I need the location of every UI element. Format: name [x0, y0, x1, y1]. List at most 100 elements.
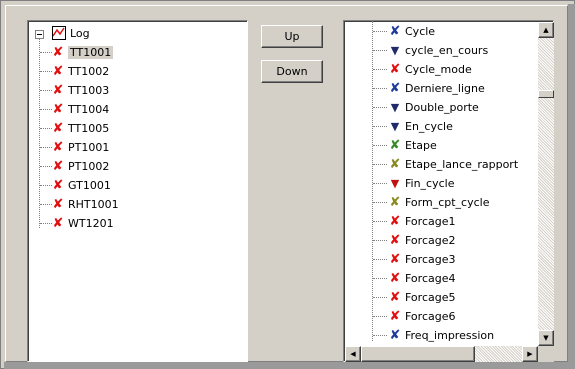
red-x-icon: ✘ — [389, 252, 401, 267]
variable-label: Cycle — [405, 25, 436, 38]
tree-line — [40, 90, 52, 91]
tree-line — [40, 223, 52, 224]
list-tree-line — [373, 297, 387, 298]
tree-item[interactable]: ✘ TT1005 — [52, 119, 110, 138]
list-tree-line — [373, 335, 387, 336]
variable-list-item[interactable]: ✘ Cycle_mode — [389, 60, 472, 79]
list-tree-line — [373, 164, 387, 165]
red-x-icon: ✘ — [389, 214, 401, 229]
variable-label: Etape — [405, 139, 437, 152]
olive-x-icon: ✘ — [389, 195, 401, 210]
tree-line — [40, 166, 52, 167]
variable-label: Form_cpt_cycle — [405, 196, 490, 209]
variable-list-item[interactable]: ▼ Double_porte — [389, 98, 479, 117]
tree-item-label: PT1002 — [68, 160, 110, 173]
green-x-icon: ✘ — [389, 138, 401, 153]
navy-tick-icon: ▼ — [390, 101, 400, 114]
variable-list-item[interactable]: ✘ Forcage3 — [389, 250, 456, 269]
tree-line — [40, 52, 52, 53]
tree-item-label: RHT1001 — [68, 198, 119, 211]
up-button[interactable]: Up — [261, 25, 323, 48]
scroll-right-button[interactable]: ▶ — [522, 346, 538, 362]
tree-item-label: TT1005 — [68, 122, 110, 135]
red-x-icon: ✘ — [52, 64, 64, 79]
red-x-icon: ✘ — [389, 309, 401, 324]
red-x-icon: ✘ — [389, 290, 401, 305]
red-x-icon: ✘ — [389, 62, 401, 77]
tree-item[interactable]: ✘ WT1201 — [52, 214, 114, 233]
variable-list-item[interactable]: ✘ Forcage2 — [389, 231, 456, 250]
tree-line — [40, 128, 52, 129]
variable-label: Forcage1 — [405, 215, 456, 228]
scrollbar-corner — [538, 346, 554, 362]
variable-label: Derniere_ligne — [405, 82, 485, 95]
red-x-icon: ✘ — [389, 271, 401, 286]
variable-list-item[interactable]: ✘ Etape_lance_rapport — [389, 155, 519, 174]
red-x-icon: ✘ — [52, 45, 64, 60]
list-tree-line — [373, 107, 387, 108]
variable-label: Forcage5 — [405, 291, 456, 304]
list-tree-line — [373, 31, 387, 32]
variable-label: cycle_en_cours — [405, 44, 489, 57]
tree-item[interactable]: ✘ TT1001 — [52, 43, 114, 62]
variable-list-item[interactable]: ▼ cycle_en_cours — [389, 41, 488, 60]
blue-x-icon: ✘ — [389, 24, 401, 39]
variable-list-item[interactable]: ✘ Etape — [389, 136, 437, 155]
tree-line — [39, 38, 40, 228]
red-x-icon: ✘ — [52, 159, 64, 174]
red-x-icon: ✘ — [52, 121, 64, 136]
red-x-icon: ✘ — [52, 83, 64, 98]
scroll-down-button[interactable]: ▼ — [538, 330, 554, 346]
log-tree-icon — [52, 26, 66, 40]
tree-item[interactable]: ✘ PT1002 — [52, 157, 110, 176]
variable-label: Freq_impression — [405, 329, 495, 342]
variable-list-item[interactable]: ▼ En_cycle — [389, 117, 453, 136]
variable-list-item[interactable]: ▼ Fin_cycle — [389, 174, 455, 193]
frame-shadow-right — [568, 4, 575, 369]
tree-item[interactable]: ✘ RHT1001 — [52, 195, 119, 214]
list-tree-line — [373, 126, 387, 127]
tree-item-label: PT1001 — [68, 141, 110, 154]
list-tree-line — [373, 259, 387, 260]
tree-item[interactable]: ✘ TT1004 — [52, 100, 110, 119]
variable-label: Cycle_mode — [405, 63, 472, 76]
variable-list-item[interactable]: ✘ Cycle — [389, 22, 436, 41]
tree-item-label: TT1003 — [68, 84, 110, 97]
variable-label: En_cycle — [405, 120, 453, 133]
red-x-icon: ✘ — [52, 140, 64, 155]
down-button[interactable]: Down — [261, 60, 323, 83]
list-tree-line — [373, 240, 387, 241]
olive-x-icon: ✘ — [389, 157, 401, 172]
list-tree-line — [373, 316, 387, 317]
variable-list-item[interactable]: ✘ Forcage4 — [389, 269, 456, 288]
scroll-left-button[interactable]: ◀ — [345, 346, 361, 362]
variable-list-item[interactable]: ✘ Forcage6 — [389, 307, 456, 326]
tree-line — [40, 109, 52, 110]
red-x-icon: ✘ — [389, 233, 401, 248]
horizontal-scroll-thumb[interactable] — [361, 346, 475, 362]
tree-item-label: WT1201 — [68, 217, 114, 230]
variable-list-item[interactable]: ✘ Form_cpt_cycle — [389, 193, 490, 212]
list-tree-line — [373, 202, 387, 203]
list-tree-line — [373, 221, 387, 222]
tree-line — [40, 204, 52, 205]
variable-list-item[interactable]: ✘ Forcage5 — [389, 288, 456, 307]
vertical-scroll-thumb[interactable] — [538, 90, 554, 98]
blue-x-icon: ✘ — [389, 81, 401, 96]
tree-item-label: GT1001 — [68, 179, 111, 192]
red-x-icon: ✘ — [52, 197, 64, 212]
scroll-up-button[interactable]: ▲ — [538, 22, 554, 38]
tree-item[interactable]: ✘ GT1001 — [52, 176, 111, 195]
tree-item[interactable]: ✘ PT1001 — [52, 138, 110, 157]
tree-item[interactable]: ✘ TT1003 — [52, 81, 110, 100]
variable-list-item[interactable]: ✘ Freq_impression — [389, 326, 495, 345]
variable-list-item[interactable]: ✘ Derniere_ligne — [389, 79, 485, 98]
log-tree-panel[interactable]: Log ✘ TT1001 ✘ TT1002 ✘ TT1003 ✘ TT1004 ✘ TT1005 ✘… — [27, 20, 248, 362]
list-tree-line — [373, 50, 387, 51]
tree-item[interactable]: ✘ TT1002 — [52, 62, 110, 81]
variable-list-panel[interactable]: ✘ Cycle ▼ cycle_en_cours ✘ Cycle_mode ✘ Dernier… — [343, 20, 554, 362]
vertical-scrollbar[interactable]: ▲ ▼ — [538, 22, 554, 346]
horizontal-scrollbar[interactable]: ◀ ▶ — [345, 346, 538, 362]
variable-list-item[interactable]: ✘ Forcage1 — [389, 212, 456, 231]
tree-root-label[interactable]: Log — [70, 24, 90, 43]
